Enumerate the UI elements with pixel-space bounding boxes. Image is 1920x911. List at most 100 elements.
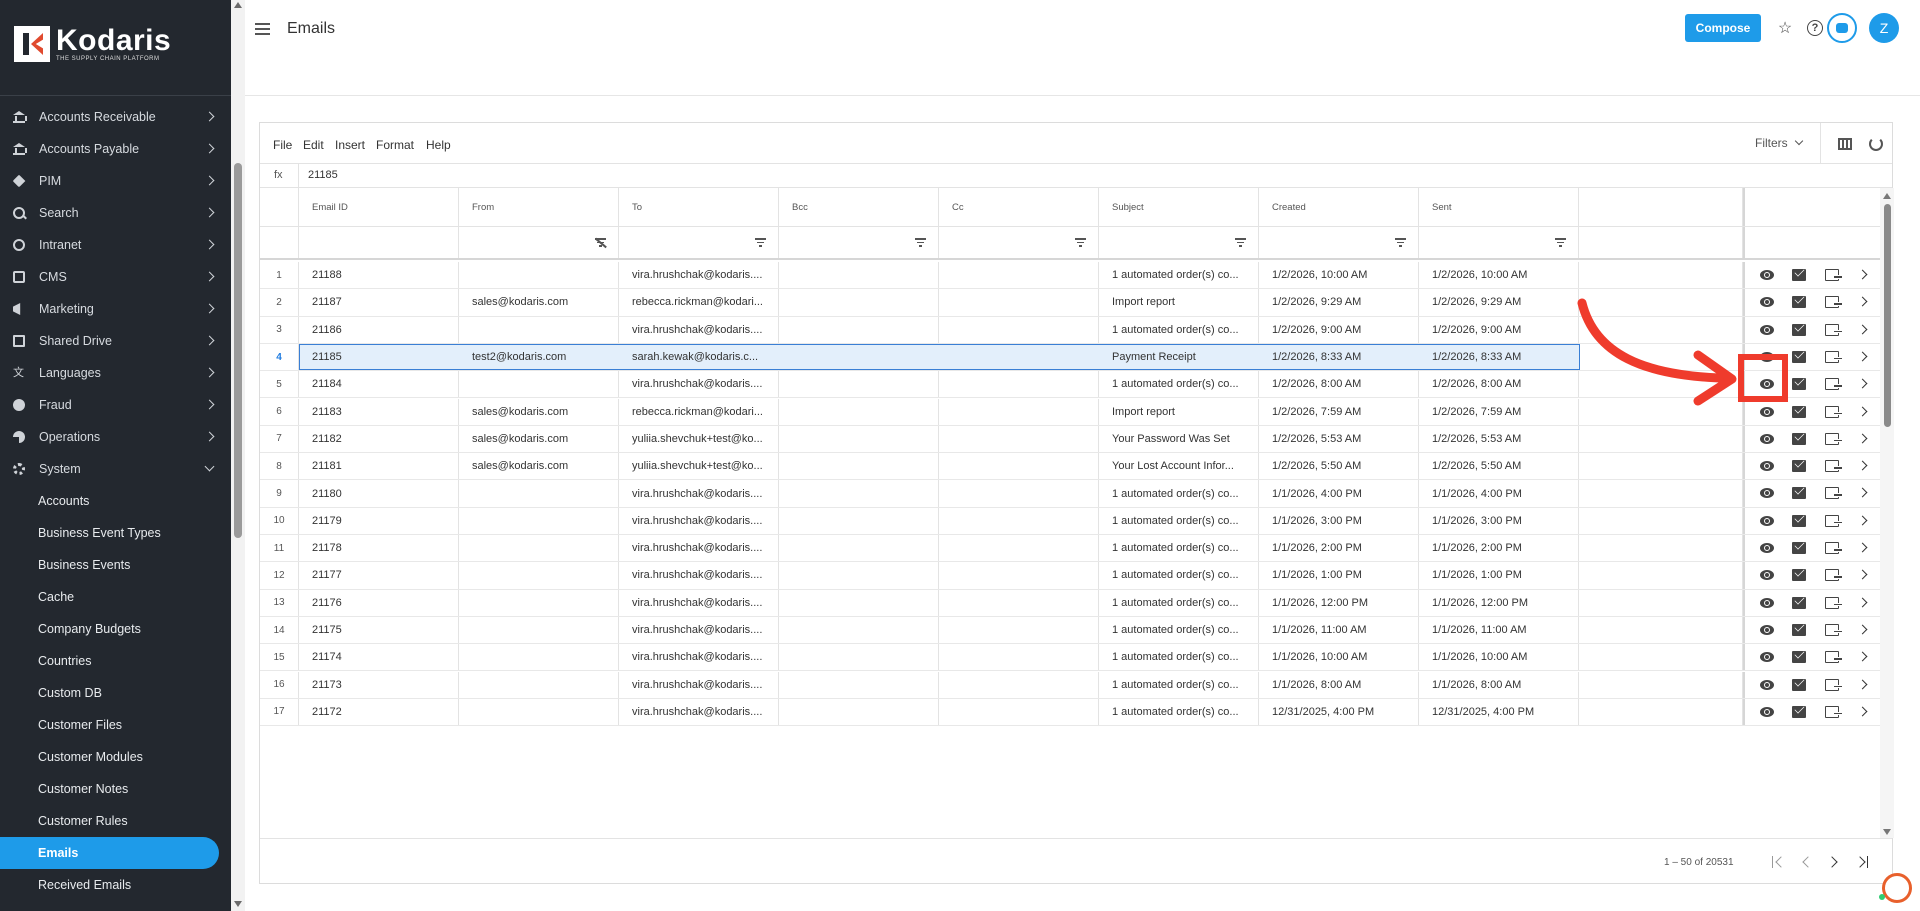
- cell-created[interactable]: 1/1/2026, 12:00 PM: [1259, 589, 1419, 616]
- forward-email-icon[interactable]: [1825, 678, 1842, 691]
- forward-email-icon[interactable]: [1825, 651, 1842, 664]
- column-header-from[interactable]: From: [459, 188, 619, 226]
- cell-bcc[interactable]: [779, 371, 939, 398]
- cell-sent[interactable]: 1/1/2026, 1:00 PM: [1419, 562, 1579, 589]
- view-eye-icon[interactable]: [1760, 679, 1774, 691]
- chevron-right-icon[interactable]: [1857, 679, 1868, 689]
- table-row[interactable]: 9 21180 vira.hrushchak@kodaris.... 1 automa…: [260, 480, 1880, 508]
- cell-sent[interactable]: 1/2/2026, 8:00 AM: [1419, 371, 1579, 398]
- cell-sent[interactable]: 1/2/2026, 5:50 AM: [1419, 453, 1579, 480]
- column-header-bcc[interactable]: Bcc: [779, 188, 939, 226]
- cell-id[interactable]: 21180: [299, 480, 459, 507]
- cell-bcc[interactable]: [779, 398, 939, 425]
- chevron-right-icon[interactable]: [1857, 706, 1868, 717]
- chevron-right-icon[interactable]: [1857, 651, 1868, 662]
- cell-subject[interactable]: Your Password Was Set: [1099, 425, 1259, 453]
- cell-bcc[interactable]: [779, 480, 939, 507]
- cell-bcc[interactable]: [779, 453, 939, 480]
- sidebar-subitem-emails[interactable]: Emails: [0, 837, 219, 869]
- cell-subject[interactable]: 1 automated order(s) co...: [1099, 535, 1259, 562]
- scroll-up-arrow-icon[interactable]: [234, 2, 242, 8]
- forward-email-icon[interactable]: [1825, 405, 1842, 418]
- cell-bcc[interactable]: [779, 562, 939, 589]
- column-header-subject[interactable]: Subject: [1099, 188, 1259, 226]
- cell-id[interactable]: 21182: [299, 425, 459, 453]
- cell-sent[interactable]: 1/1/2026, 12:00 PM: [1419, 589, 1579, 616]
- cell-cc[interactable]: [939, 671, 1099, 698]
- cell-sent[interactable]: 1/1/2026, 2:00 PM: [1419, 535, 1579, 562]
- cell-created[interactable]: 1/1/2026, 3:00 PM: [1259, 507, 1419, 534]
- formula-input[interactable]: 21185: [308, 169, 338, 181]
- cell-sent[interactable]: 1/2/2026, 7:59 AM: [1419, 398, 1579, 425]
- cell-subject[interactable]: Import report: [1099, 398, 1259, 425]
- user-avatar[interactable]: Z: [1869, 13, 1899, 43]
- email-icon[interactable]: [1792, 542, 1806, 554]
- cell-subject[interactable]: 1 automated order(s) co...: [1099, 371, 1259, 398]
- menu-format[interactable]: Format: [376, 138, 414, 152]
- filter-icon[interactable]: [1395, 238, 1406, 247]
- chevron-right-icon[interactable]: [1857, 269, 1868, 280]
- filter-icon[interactable]: [755, 238, 766, 247]
- column-filter-cc[interactable]: [939, 227, 1099, 258]
- cell-subject[interactable]: Payment Receipt: [1099, 344, 1259, 370]
- column-filter-to[interactable]: [619, 227, 779, 258]
- table-row[interactable]: 1 21188 vira.hrushchak@kodaris.... 1 automa…: [260, 262, 1880, 290]
- view-eye-icon[interactable]: [1760, 324, 1774, 336]
- cell-cc[interactable]: [939, 507, 1099, 534]
- kodaris-logo[interactable]: Kodaris THE SUPPLY CHAIN PLATFORM: [14, 26, 171, 62]
- email-icon[interactable]: [1792, 350, 1806, 363]
- chevron-right-icon[interactable]: [1857, 624, 1868, 635]
- filter-icon[interactable]: [1555, 238, 1566, 247]
- table-row[interactable]: 14 21175 vira.hrushchak@kodaris.... 1 autom…: [260, 616, 1880, 645]
- table-row[interactable]: 15 21174 vira.hrushchak@kodaris.... 1 autom…: [260, 644, 1880, 672]
- email-icon[interactable]: [1792, 296, 1806, 309]
- cell-created[interactable]: 1/1/2026, 11:00 AM: [1259, 616, 1419, 644]
- sidebar-scroll-thumb[interactable]: [234, 163, 242, 538]
- cell-created[interactable]: 1/2/2026, 7:59 AM: [1259, 398, 1419, 425]
- sidebar-subitem-accounts[interactable]: Accounts: [0, 485, 231, 517]
- cell-bcc[interactable]: [779, 589, 939, 616]
- cell-subject[interactable]: Import report: [1099, 289, 1259, 316]
- email-icon[interactable]: [1792, 405, 1806, 418]
- table-row[interactable]: 13 21176 vira.hrushchak@kodaris.... 1 autom…: [260, 589, 1880, 617]
- cell-subject[interactable]: 1 automated order(s) co...: [1099, 589, 1259, 616]
- cell-sent[interactable]: 12/31/2025, 4:00 PM: [1419, 698, 1579, 726]
- cell-cc[interactable]: [939, 698, 1099, 726]
- forward-email-icon[interactable]: [1825, 323, 1842, 336]
- cell-subject[interactable]: 1 automated order(s) co...: [1099, 262, 1259, 289]
- email-icon[interactable]: [1792, 460, 1806, 473]
- sidebar-item-pim[interactable]: PIM: [0, 165, 231, 197]
- cell-id[interactable]: 21179: [299, 507, 459, 534]
- forward-email-icon[interactable]: [1825, 596, 1842, 609]
- email-icon[interactable]: [1792, 705, 1806, 718]
- forward-email-icon[interactable]: [1825, 542, 1842, 554]
- forward-email-icon[interactable]: [1825, 432, 1842, 445]
- menu-toggle-icon[interactable]: [255, 23, 270, 35]
- sidebar-item-fraud[interactable]: Fraud: [0, 389, 231, 421]
- sidebar-subitem-cache[interactable]: Cache: [0, 581, 231, 613]
- next-page-icon[interactable]: [1828, 856, 1840, 868]
- column-filter-created[interactable]: [1259, 227, 1419, 258]
- cell-sent[interactable]: 1/1/2026, 4:00 PM: [1419, 480, 1579, 507]
- sidebar-item-shared-drive[interactable]: Shared Drive: [0, 325, 231, 357]
- sidebar-item-accounts-payable[interactable]: Accounts Payable: [0, 133, 231, 165]
- cell-sent[interactable]: 1/1/2026, 3:00 PM: [1419, 507, 1579, 534]
- menu-insert[interactable]: Insert: [335, 138, 365, 152]
- cell-to[interactable]: vira.hrushchak@kodaris....: [619, 507, 779, 534]
- cell-cc[interactable]: [939, 316, 1099, 343]
- cell-bcc[interactable]: [779, 425, 939, 453]
- forward-email-icon[interactable]: [1825, 460, 1842, 473]
- cell-bcc[interactable]: [779, 344, 939, 370]
- email-icon[interactable]: [1792, 269, 1806, 281]
- sidebar-subitem-customer-files[interactable]: Customer Files: [0, 709, 231, 741]
- refresh-icon[interactable]: [1869, 137, 1883, 151]
- forward-email-icon[interactable]: [1825, 269, 1842, 281]
- cell-to[interactable]: vira.hrushchak@kodaris....: [619, 562, 779, 589]
- cell-id[interactable]: 21174: [299, 644, 459, 671]
- cell-id[interactable]: 21173: [299, 671, 459, 698]
- sidebar-subitem-custom-db[interactable]: Custom DB: [0, 677, 231, 709]
- sidebar-subitem-customer-modules[interactable]: Customer Modules: [0, 741, 231, 773]
- cell-subject[interactable]: 1 automated order(s) co...: [1099, 316, 1259, 343]
- cell-id[interactable]: 21185: [299, 344, 459, 370]
- column-header-to[interactable]: To: [619, 188, 779, 226]
